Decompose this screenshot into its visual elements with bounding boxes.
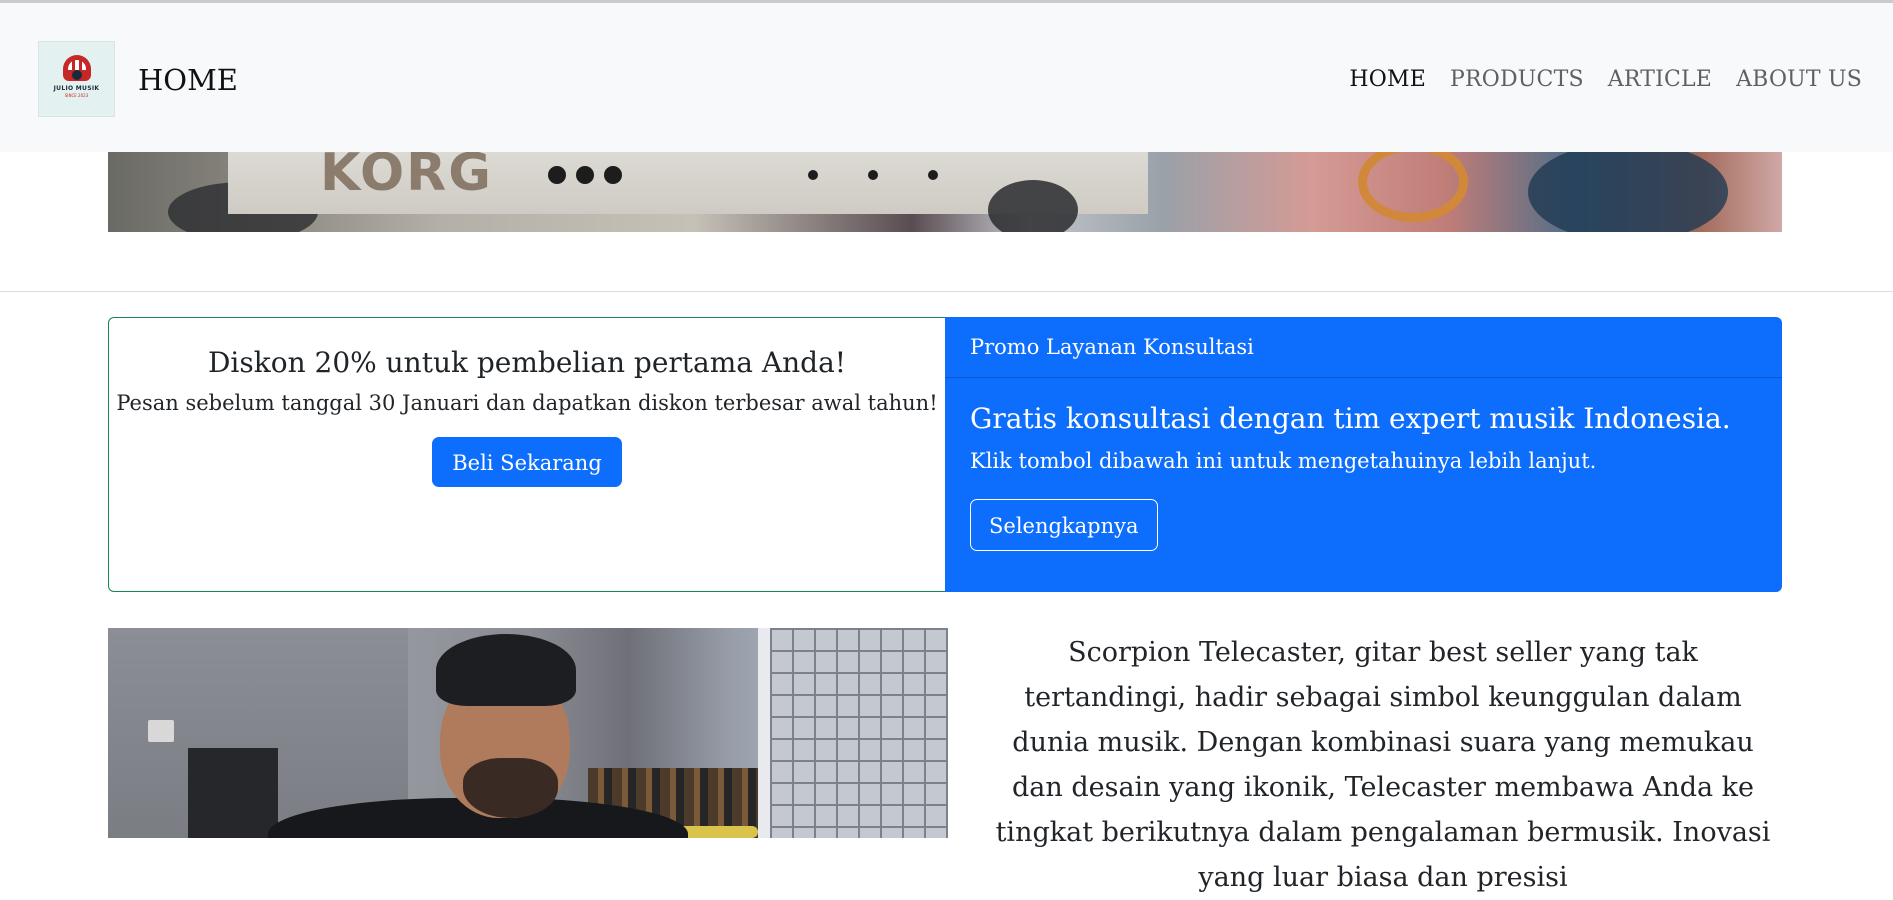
nav-link-home[interactable]: HOME <box>1349 67 1426 92</box>
discount-card: Diskon 20% untuk pembelian pertama Anda!… <box>108 317 945 592</box>
korg-logo-text: KORG <box>320 152 493 203</box>
nav-link-products[interactable]: PRODUCTS <box>1450 67 1584 92</box>
hero-banner-image: KORG <box>108 152 1782 232</box>
learn-more-button[interactable]: Selengkapnya <box>970 499 1158 551</box>
navbar: JULIO MUSIK SINCE 2023 HOME HOME PRODUCT… <box>0 3 1893 152</box>
consultation-card-text: Klik tombol dibawah ini untuk mengetahui… <box>970 449 1597 473</box>
discount-card-text: Pesan sebelum tanggal 30 Januari dan dap… <box>116 391 938 415</box>
logo-subtext: SINCE 2023 <box>64 92 89 98</box>
brand-home-link[interactable]: HOME <box>138 63 238 97</box>
consultation-card-header: Promo Layanan Konsultasi <box>945 317 1782 378</box>
julio-musik-logo-icon <box>62 54 91 81</box>
brand-logo[interactable]: JULIO MUSIK SINCE 2023 <box>38 41 115 117</box>
nav-links: HOME PRODUCTS ARTICLE ABOUT US <box>1349 67 1862 92</box>
guitarist-photo <box>108 628 948 838</box>
section-divider <box>0 291 1893 292</box>
logo-text: JULIO MUSIK <box>53 84 100 92</box>
consultation-card: Promo Layanan Konsultasi Gratis konsulta… <box>945 317 1782 592</box>
consultation-card-body: Gratis konsultasi dengan tim expert musi… <box>945 378 1782 551</box>
promo-card-group: Diskon 20% untuk pembelian pertama Anda!… <box>108 317 1782 592</box>
product-description: Scorpion Telecaster, gitar best seller y… <box>995 637 1771 893</box>
nav-link-article[interactable]: ARTICLE <box>1608 67 1712 92</box>
nav-link-about-us[interactable]: ABOUT US <box>1736 67 1862 92</box>
discount-card-title: Diskon 20% untuk pembelian pertama Anda! <box>207 346 847 379</box>
consultation-card-title: Gratis konsultasi dengan tim expert musi… <box>970 402 1731 435</box>
buy-now-button[interactable]: Beli Sekarang <box>432 437 622 487</box>
